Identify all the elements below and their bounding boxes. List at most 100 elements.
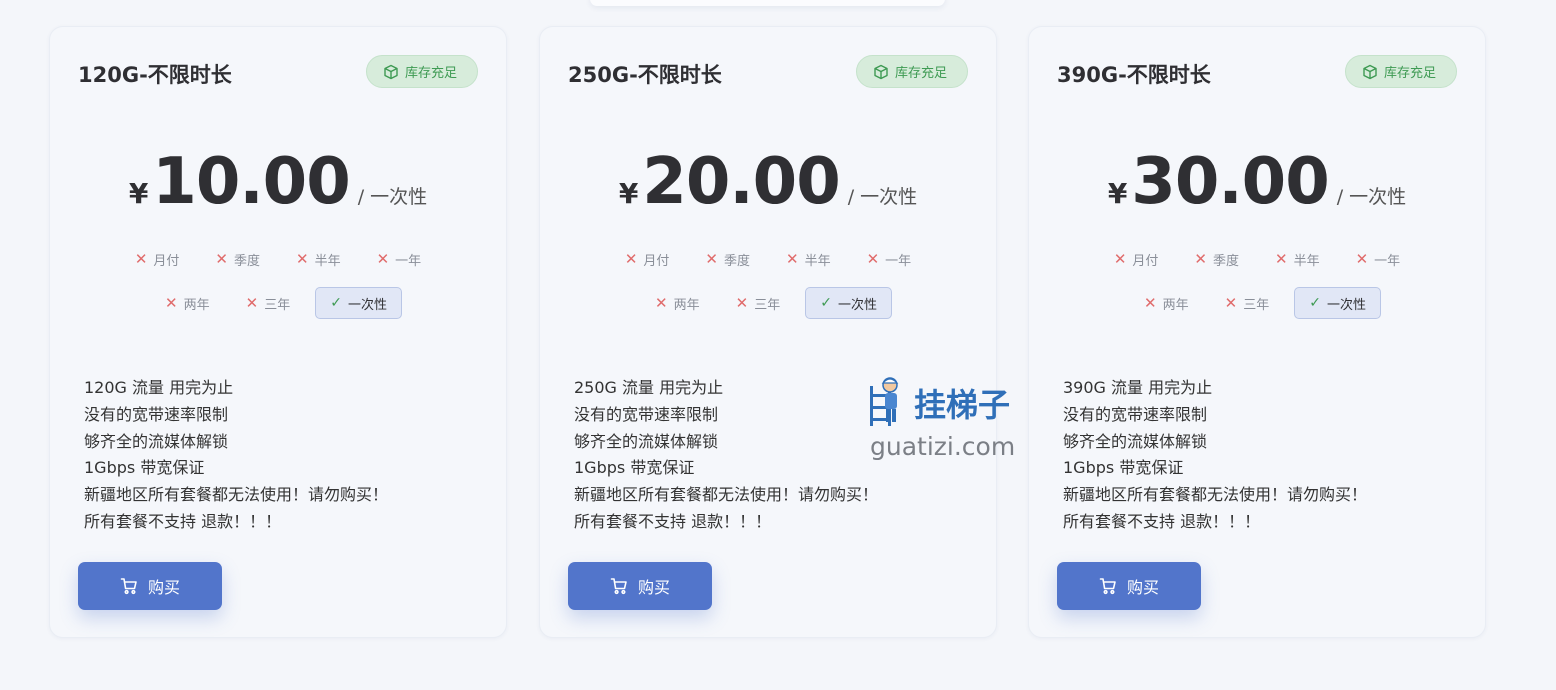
buy-button[interactable]: 购买: [1057, 562, 1201, 610]
price-period: / 一次性: [1336, 186, 1407, 208]
cross-icon: ✕: [1113, 250, 1127, 268]
billing-cycle-option[interactable]: ✕ 一年: [366, 243, 433, 275]
billing-cycle-label: 两年: [673, 297, 700, 313]
billing-cycle-option[interactable]: ✕ 两年: [154, 287, 221, 319]
check-icon: ✓: [1309, 295, 1321, 311]
billing-cycle-option[interactable]: ✕ 半年: [1264, 243, 1331, 275]
feature-item: 够齐全的流媒体解锁: [574, 431, 719, 451]
billing-cycle-option[interactable]: ✕ 月付: [614, 243, 681, 275]
feature-item: 新疆地区所有套餐都无法使用！请勿购买！: [574, 485, 879, 505]
billing-cycle-label: 一年: [395, 253, 422, 269]
billing-cycle-label: 三年: [1243, 297, 1270, 313]
price-amount: 30.00: [1131, 145, 1329, 219]
billing-cycle-option[interactable]: ✕ 两年: [1133, 287, 1200, 319]
billing-cycle-label: 季度: [723, 253, 750, 269]
price-period: / 一次性: [357, 186, 428, 208]
billing-cycle-option[interactable]: ✕ 半年: [775, 243, 842, 275]
cross-icon: ✕: [245, 294, 259, 312]
feature-item: 390G 流量 用完为止: [1063, 378, 1213, 397]
cross-icon: ✕: [215, 250, 228, 268]
feature-item: 1Gbps 带宽保证: [84, 458, 205, 478]
stock-badge: 库存充足: [365, 55, 478, 88]
cross-icon: ✕: [1224, 294, 1238, 312]
stock-badge-label: 库存充足: [894, 66, 947, 81]
price-period: / 一次性: [847, 186, 918, 208]
price-amount: 20.00: [642, 145, 840, 219]
billing-cycle-row: ✕ 月付 ✕ 季度 ✕ 半年 ✕ 一年: [614, 243, 922, 275]
watermark-title: 挂梯子: [914, 386, 1011, 424]
feature-list: 120G 流量 用完为止 没有的宽带速率限制 够齐全的流媒体解锁 1Gbps 带宽保证…: [84, 375, 388, 536]
cross-icon: ✕: [655, 294, 668, 312]
feature-item: 1Gbps 带宽保证: [574, 458, 695, 478]
cross-icon: ✕: [786, 250, 799, 268]
billing-cycle-row: ✕ 两年 ✕ 三年 ✓ 一次性: [1133, 287, 1381, 319]
feature-item: 够齐全的流媒体解锁: [1063, 431, 1208, 451]
feature-list: 250G 流量 用完为止 没有的宽带速率限制 够齐全的流媒体解锁 1Gbps 带宽保证…: [574, 375, 878, 536]
billing-cycle-label: 一次性: [1326, 297, 1366, 313]
check-icon: ✓: [820, 295, 832, 311]
box-icon: [1363, 64, 1377, 79]
plan-card: 250G-不限时长 库存充足 ¥ 20.00 / 一次性 ✕ 月付 ✕ 季度 ✕ 半年 ✕ 一…: [539, 26, 997, 638]
box-icon: [384, 64, 398, 79]
billing-cycle-row: ✕ 月付 ✕ 季度 ✕ 半年 ✕ 一年: [1103, 243, 1411, 275]
billing-cycle-option[interactable]: ✕ 月付: [124, 243, 191, 275]
billing-cycle-options: ✕ 月付 ✕ 季度 ✕ 半年 ✕ 一年 ✕ 两年 ✕ 三年 ✓ 一次性: [540, 243, 996, 319]
price: ¥ 10.00 / 一次性: [50, 145, 506, 219]
billing-cycle-option[interactable]: ✕ 季度: [694, 243, 761, 275]
ladder-mascot-icon: [870, 377, 899, 426]
billing-cycle-option[interactable]: ✕ 三年: [235, 287, 302, 319]
feature-item: 没有的宽带速率限制: [1063, 404, 1208, 424]
buy-button-label: 购买: [1126, 578, 1159, 597]
billing-cycle-option[interactable]: ✕ 一年: [856, 243, 923, 275]
billing-cycle-option[interactable]: ✕ 三年: [1214, 287, 1281, 319]
billing-cycle-label: 两年: [183, 297, 210, 313]
billing-cycle-option[interactable]: ✕ 月付: [1103, 243, 1170, 275]
watermark-domain: guatizi.com: [870, 432, 1016, 461]
cross-icon: ✕: [735, 294, 749, 312]
buy-button[interactable]: 购买: [568, 562, 712, 610]
billing-cycle-one-time[interactable]: ✓ 一次性: [315, 287, 402, 319]
cross-icon: ✕: [866, 250, 880, 268]
billing-cycle-label: 季度: [233, 253, 260, 269]
feature-item: 1Gbps 带宽保证: [1063, 458, 1184, 478]
price-currency: ¥: [128, 177, 149, 210]
billing-cycle-option[interactable]: ✕ 季度: [204, 243, 271, 275]
feature-item: 所有套餐不支持 退款！！！: [84, 511, 282, 531]
billing-cycle-options: ✕ 月付 ✕ 季度 ✕ 半年 ✕ 一年 ✕ 两年 ✕ 三年 ✓ 一次性: [50, 243, 506, 319]
billing-cycle-label: 月付: [153, 253, 180, 269]
stock-badge: 库存充足: [1344, 55, 1457, 88]
billing-cycle-option[interactable]: ✕ 三年: [725, 287, 792, 319]
cross-icon: ✕: [296, 250, 309, 268]
cross-icon: ✕: [376, 250, 390, 268]
billing-cycle-option[interactable]: ✕ 半年: [285, 243, 352, 275]
billing-cycle-one-time[interactable]: ✓ 一次性: [805, 287, 892, 319]
billing-cycle-label: 一次性: [837, 297, 877, 313]
feature-item: 没有的宽带速率限制: [84, 404, 229, 424]
cross-icon: ✕: [165, 294, 178, 312]
billing-cycle-one-time[interactable]: ✓ 一次性: [1294, 287, 1381, 319]
cross-icon: ✕: [1144, 294, 1157, 312]
cross-icon: ✕: [1194, 250, 1207, 268]
check-icon: ✓: [330, 295, 342, 311]
billing-cycle-label: 半年: [804, 253, 831, 269]
billing-cycle-options: ✕ 月付 ✕ 季度 ✕ 半年 ✕ 一年 ✕ 两年 ✕ 三年 ✓ 一次性: [1029, 243, 1485, 319]
billing-cycle-option[interactable]: ✕ 季度: [1183, 243, 1250, 275]
price-amount: 10.00: [152, 145, 350, 219]
buy-button[interactable]: 购买: [78, 562, 222, 610]
plan-title: 120G-不限时长: [78, 63, 232, 87]
price: ¥ 30.00 / 一次性: [1029, 145, 1485, 219]
billing-cycle-label: 半年: [1293, 253, 1320, 269]
price: ¥ 20.00 / 一次性: [540, 145, 996, 219]
stock-badge-label: 库存充足: [404, 66, 457, 81]
billing-cycle-label: 一次性: [347, 297, 387, 313]
box-icon: [874, 64, 888, 79]
billing-cycle-label: 月付: [1132, 253, 1159, 269]
cross-icon: ✕: [705, 250, 718, 268]
billing-cycle-label: 一年: [1374, 253, 1401, 269]
cart-icon: [1099, 578, 1116, 595]
billing-cycle-option[interactable]: ✕ 一年: [1345, 243, 1412, 275]
billing-cycle-option[interactable]: ✕ 两年: [644, 287, 711, 319]
plan-title: 390G-不限时长: [1057, 63, 1211, 87]
plan-list: 120G-不限时长 库存充足 ¥ 10.00 / 一次性 ✕ 月付 ✕ 季度 ✕ 半年 ✕ 一…: [0, 0, 1556, 690]
billing-cycle-label: 季度: [1212, 253, 1239, 269]
